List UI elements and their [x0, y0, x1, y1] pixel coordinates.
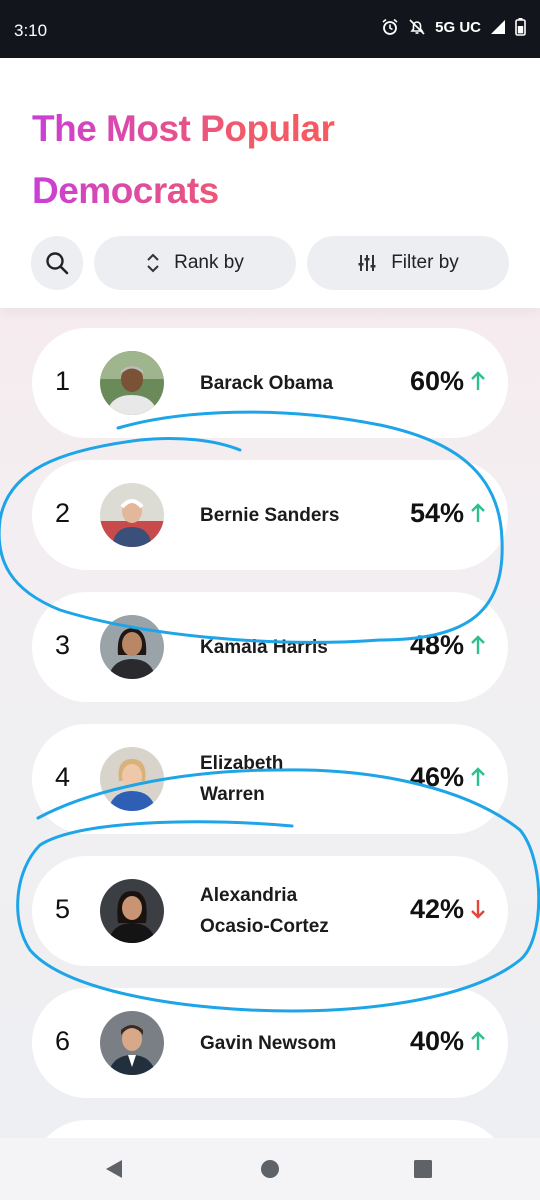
ranking-card[interactable]: 6 Gavin Newsom 40%: [32, 988, 508, 1098]
person-name-line: Barack Obama: [200, 373, 334, 394]
rank-number: 1: [55, 366, 71, 396]
approval-percent: 46%: [409, 762, 464, 792]
page-title-line2: Democrats: [32, 170, 219, 211]
person-name: Barack Obama: [200, 368, 390, 399]
approval-percent: 42%: [409, 894, 464, 924]
approval-percent: 54%: [409, 498, 464, 528]
person-name-line: Ocasio-Cortez: [200, 916, 329, 937]
network-label: 5G UC: [435, 18, 481, 36]
trend-up-icon: [471, 635, 485, 654]
person-name-line: Elizabeth: [200, 753, 284, 774]
avatar: [100, 1011, 164, 1075]
trend-up-icon: [471, 767, 485, 786]
ranking-list: 1 Barack Obama 60% 2 Bernie Sanders 54% …: [0, 308, 540, 1138]
person-name-line: Warren: [200, 784, 265, 805]
filter-by-button[interactable]: Filter by: [307, 236, 509, 290]
trend-up-icon: [471, 1031, 485, 1050]
rank-number: 3: [55, 630, 71, 660]
trend-up-icon: [471, 371, 485, 390]
recents-icon: [414, 1160, 432, 1178]
avatar: [100, 351, 164, 415]
approval-percent: 40%: [409, 1026, 464, 1056]
rank-number: 5: [55, 894, 71, 924]
recents-button[interactable]: [410, 1156, 436, 1182]
ranking-card[interactable]: 4 Elizabeth Warren 46%: [32, 724, 508, 834]
trend-up-icon: [471, 503, 485, 522]
person-name: Alexandria Ocasio-Cortez: [200, 880, 390, 942]
ranking-card[interactable]: 5 Alexandria Ocasio-Cortez 42%: [32, 856, 508, 966]
toolbar: Rank by Filter by: [31, 236, 509, 290]
rank-number: 4: [55, 762, 71, 792]
person-name-line: Bernie Sanders: [200, 505, 340, 526]
avatar: [100, 747, 164, 811]
sort-chevrons-icon: [147, 253, 159, 273]
rank-number: 2: [55, 498, 71, 528]
person-name-line: Alexandria: [200, 885, 298, 906]
page-title: The Most Popular Democrats: [32, 98, 492, 222]
person-name: Elizabeth Warren: [200, 748, 390, 810]
avatar: [100, 879, 164, 943]
status-icons: 5G UC: [381, 18, 526, 36]
approval-percent: 60%: [409, 366, 464, 396]
rank-number: 6: [55, 1026, 71, 1056]
alarm-icon: [382, 18, 398, 35]
signal-icon: [491, 20, 505, 34]
approval-percent: 48%: [409, 630, 464, 660]
rank-by-label: Rank by: [174, 252, 244, 273]
avatar: [100, 615, 164, 679]
battery-icon: [515, 18, 526, 36]
ranking-card[interactable]: 1 Barack Obama 60%: [32, 328, 508, 438]
ranking-card[interactable]: 3 Kamala Harris 48%: [32, 592, 508, 702]
page-title-line1: The Most Popular: [32, 108, 335, 149]
person-name: Kamala Harris: [200, 632, 390, 663]
back-button[interactable]: [101, 1156, 127, 1182]
search-button[interactable]: [31, 236, 83, 290]
rank-by-button[interactable]: Rank by: [94, 236, 296, 290]
person-name: Bernie Sanders: [200, 500, 390, 531]
person-name: Gavin Newsom: [200, 1028, 390, 1059]
ranking-card[interactable]: 2 Bernie Sanders 54%: [32, 460, 508, 570]
trend-down-icon: [471, 900, 485, 919]
filter-by-label: Filter by: [391, 252, 459, 273]
person-name-line: Kamala Harris: [200, 637, 328, 658]
navigation-bar: [0, 1138, 540, 1200]
ranking-card[interactable]: [32, 1120, 508, 1138]
search-icon: [46, 252, 69, 275]
back-icon: [106, 1160, 122, 1178]
home-button[interactable]: [257, 1156, 283, 1182]
app-header: The Most Popular Democrats Rank by Filte…: [0, 58, 540, 308]
avatar: [100, 483, 164, 547]
person-name-line: Gavin Newsom: [200, 1033, 337, 1054]
status-time: 3:10: [14, 21, 48, 40]
sliders-icon: [358, 255, 376, 271]
mute-icon: [409, 19, 425, 35]
status-bar: 3:10 5G UC: [0, 0, 540, 58]
home-icon: [261, 1160, 279, 1178]
